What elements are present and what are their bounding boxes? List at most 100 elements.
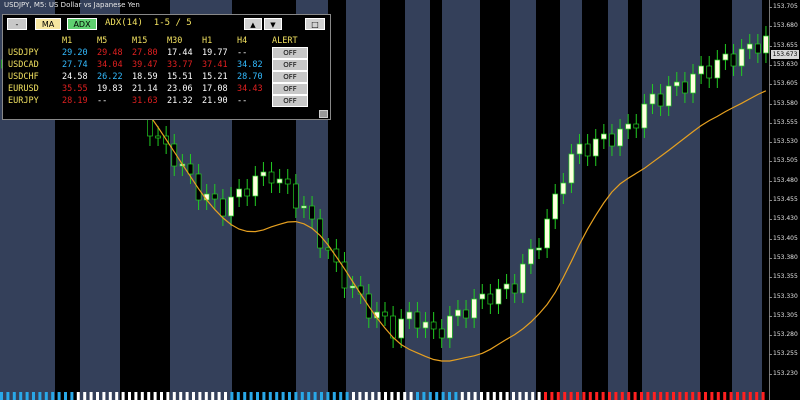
histogram-bar [134,392,138,400]
histogram-bar [448,392,451,400]
adx-value-cell: 19.83 [97,84,123,94]
indicator-label: ADX(14) [105,18,143,28]
histogram-bar [409,392,413,400]
session-shade-band [442,0,480,400]
candle-body [649,93,656,105]
candle-body [763,35,769,54]
alert-toggle-button[interactable]: OFF [272,95,308,107]
candle-body [495,288,502,305]
histogram-bar [659,392,663,400]
histogram-bar [652,392,656,400]
candle-body [738,48,745,67]
price-axis[interactable]: 153.705 153.680 153.655 153.630 153.605 153.5… [769,0,800,400]
histogram-bar [262,392,266,400]
histogram-bar [243,392,247,400]
histogram-bar [345,392,349,400]
candle-body [511,283,518,294]
histogram-bar [320,392,323,400]
price-tick-label: 153.255 [769,350,798,358]
candle-body [503,283,510,290]
histogram-bar [492,392,496,400]
histogram-bar [147,392,151,400]
histogram-bar [390,392,394,400]
price-tick-label: 153.455 [769,196,798,203]
page-up-button[interactable]: ▲ [244,18,262,30]
maximize-button[interactable]: □ [305,18,325,30]
alert-toggle-button[interactable]: OFF [272,59,308,71]
histogram-bar [633,392,637,400]
adx-value-cell: 27.80 [132,48,158,58]
candle-body [657,93,664,107]
adx-value-cell: 15.51 [167,72,193,82]
candle-body [438,328,445,339]
candle-body [706,65,713,79]
price-tick-label: 153.705 [769,3,798,10]
histogram-bar [608,392,611,400]
candle-body [260,171,267,177]
candle-body [406,311,413,320]
candle-body [625,123,632,130]
histogram-bar [518,392,522,400]
adx-value-cell: 37.41 [202,60,228,70]
histogram-bar [192,392,195,400]
histogram-bar [44,392,48,400]
histogram-bar [12,392,16,400]
histogram-bar [480,392,483,400]
histogram-bar [6,392,10,400]
adx-table: M1 M5 M15 M30 H1 H4 ALERT USDJPY 29.20 29.… [8,35,322,107]
candle-body [430,321,437,330]
histogram-bar [230,392,234,400]
histogram-bar [38,392,42,400]
histogram-bar [204,392,208,400]
histogram-bar [736,392,739,400]
histogram-bar [646,392,650,400]
candle-body [446,315,453,339]
histogram-bar [211,392,215,400]
candle-body [617,128,623,147]
histogram-bar [70,392,74,400]
minimize-button[interactable]: - [7,18,27,30]
histogram-bar [627,392,631,400]
table-header-row: M1 M5 M15 M30 H1 H4 ALERT [8,35,322,47]
histogram-bar [198,392,202,400]
histogram-bar [364,392,368,400]
candle-body [252,175,259,197]
adx-value-cell: 34.04 [97,60,123,70]
candle-body [301,205,307,209]
adx-value-cell: 29.20 [62,48,88,58]
alert-toggle-button[interactable]: OFF [272,47,308,59]
candle-body [422,321,429,329]
histogram-bar [640,392,643,400]
histogram-bar [384,392,387,400]
candle-body [754,43,761,54]
price-tick-label: 153.305 [769,311,798,319]
histogram-bar [179,392,183,400]
current-price-tag: 153.673 [771,50,799,59]
alert-toggle-button[interactable]: OFF [272,71,308,83]
histogram-bar [460,392,464,400]
histogram-bar [0,392,3,400]
histogram-bar [595,392,599,400]
adx-value-cell: 15.21 [202,72,228,82]
candle-body [309,205,315,220]
adx-tab-button[interactable]: ADX [67,18,97,30]
candle-body [609,133,615,147]
panel-toolbar: - MA ADX ADX(14) 1-5 / 5 ▲ ▼ □ [5,17,328,32]
panel-resize-handle[interactable] [319,110,328,118]
histogram-bar [377,392,381,400]
adx-value-cell: 29.48 [97,48,123,58]
candle-body [471,298,478,319]
histogram-bar [684,392,688,400]
candle-body [592,138,599,157]
adx-value-cell: -- [97,96,108,106]
adx-value-cell: 17.08 [202,84,228,94]
adx-value-cell: -- [237,48,248,58]
page-down-button[interactable]: ▼ [264,18,282,30]
candle-body [463,309,469,319]
header-m1: M1 [62,36,73,46]
histogram-bar [416,392,419,400]
histogram-bar [140,392,144,400]
ma-tab-button[interactable]: MA [35,18,61,30]
alert-cell: OFF [272,95,322,107]
alert-toggle-button[interactable]: OFF [272,83,308,95]
